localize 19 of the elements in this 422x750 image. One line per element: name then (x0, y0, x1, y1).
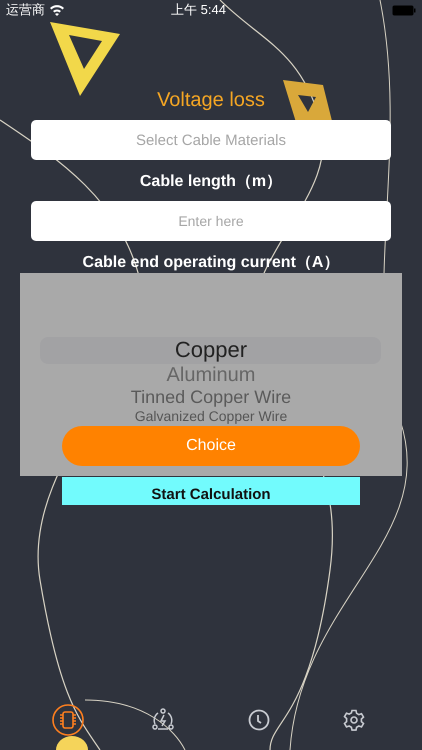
field-label: Cable length（m） (140, 172, 282, 192)
picker-option[interactable]: Aluminum (166, 364, 256, 386)
carrier-name: 运营商 (6, 1, 45, 19)
ball-drawing (56, 736, 88, 750)
picker-option[interactable]: Copper (174, 336, 248, 364)
chip-icon[interactable] (50, 703, 85, 737)
settings-icon[interactable] (343, 709, 366, 731)
clock-icon[interactable] (248, 709, 270, 731)
screen-title: Voltage loss (157, 88, 265, 112)
picker-option[interactable]: Galvanized Copper Wire (134, 408, 288, 424)
wifi-icon (49, 4, 65, 16)
length-field[interactable]: Enter here (31, 201, 391, 241)
choice-button[interactable]: Choice (62, 426, 360, 466)
start-calculation-button[interactable]: Start Calculation (62, 477, 360, 505)
lightning-cycle-icon[interactable] (151, 708, 176, 732)
picker-option[interactable]: Tinned Copper Wire (130, 386, 292, 408)
status-time: 上午 5:44 (170, 1, 227, 19)
material-field[interactable]: Select Cable Materials (31, 120, 391, 160)
battery-icon (392, 4, 416, 16)
